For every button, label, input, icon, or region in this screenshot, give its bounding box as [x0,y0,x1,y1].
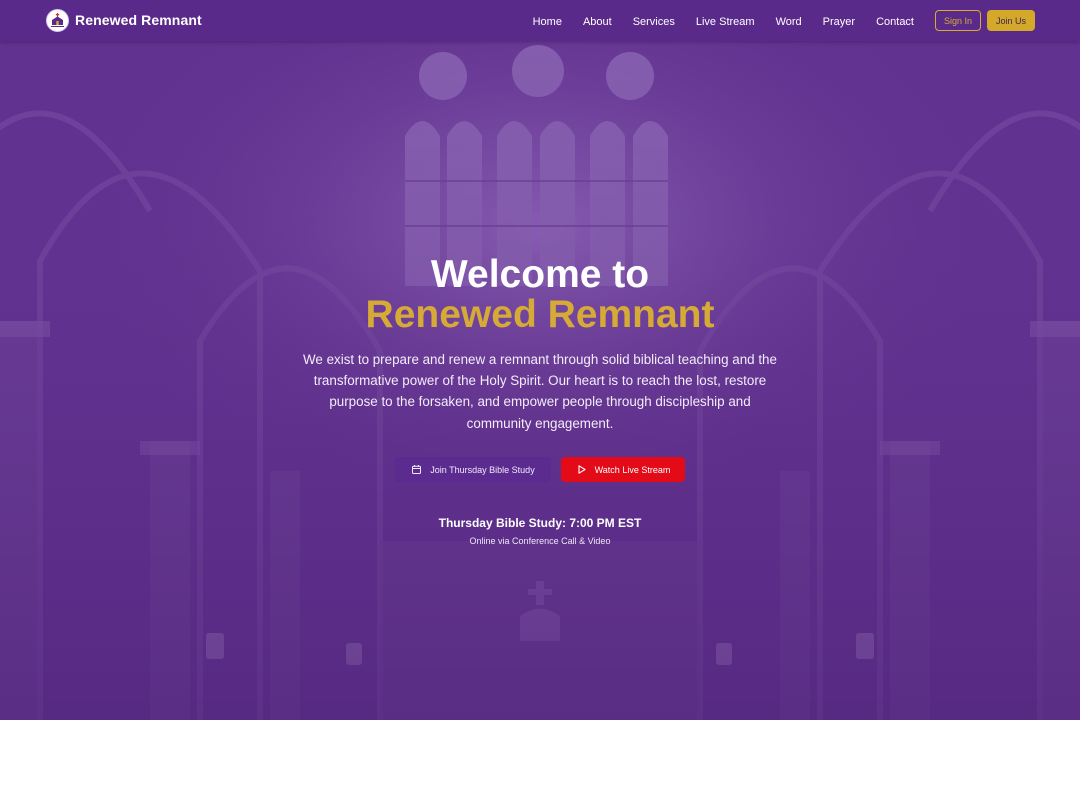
nav-live-stream[interactable]: Live Stream [696,16,755,28]
hero-title-welcome: Welcome to [430,253,650,296]
nav-home[interactable]: Home [533,16,562,28]
top-navbar: Renewed Remnant Home About Services Live… [0,0,1080,41]
nav-about[interactable]: About [583,16,612,28]
bible-study-format: Online via Conference Call & Video [469,536,611,546]
hero-section: Welcome to Renewed Remnant We exist to p… [0,41,1080,720]
play-icon [576,464,587,475]
page-body [0,720,1080,802]
brand-name: Renewed Remnant [75,12,202,28]
calendar-icon [411,464,422,475]
nav-contact[interactable]: Contact [876,16,914,28]
brand-home-link[interactable]: Renewed Remnant [46,8,202,32]
main-nav: Home About Services Live Stream Word Pra… [533,0,914,41]
nav-services[interactable]: Services [633,16,675,28]
bible-study-schedule: Thursday Bible Study: 7:00 PM EST [438,516,642,530]
watch-live-stream-label: Watch Live Stream [594,464,671,475]
join-bible-study-label: Join Thursday Bible Study [430,464,535,475]
sign-in-button[interactable]: Sign In [935,10,981,31]
hero-content: Welcome to Renewed Remnant We exist to p… [0,41,1080,720]
join-us-button[interactable]: Join Us [987,10,1035,31]
church-logo-icon [46,8,69,32]
watch-live-stream-button[interactable]: Watch Live Stream [561,457,685,482]
join-bible-study-button[interactable]: Join Thursday Bible Study [395,457,551,482]
hero-description: We exist to prepare and renew a remnant … [303,352,777,431]
nav-prayer[interactable]: Prayer [823,16,855,28]
nav-word[interactable]: Word [776,16,802,28]
hero-title-church-name: Renewed Remnant [365,293,715,336]
